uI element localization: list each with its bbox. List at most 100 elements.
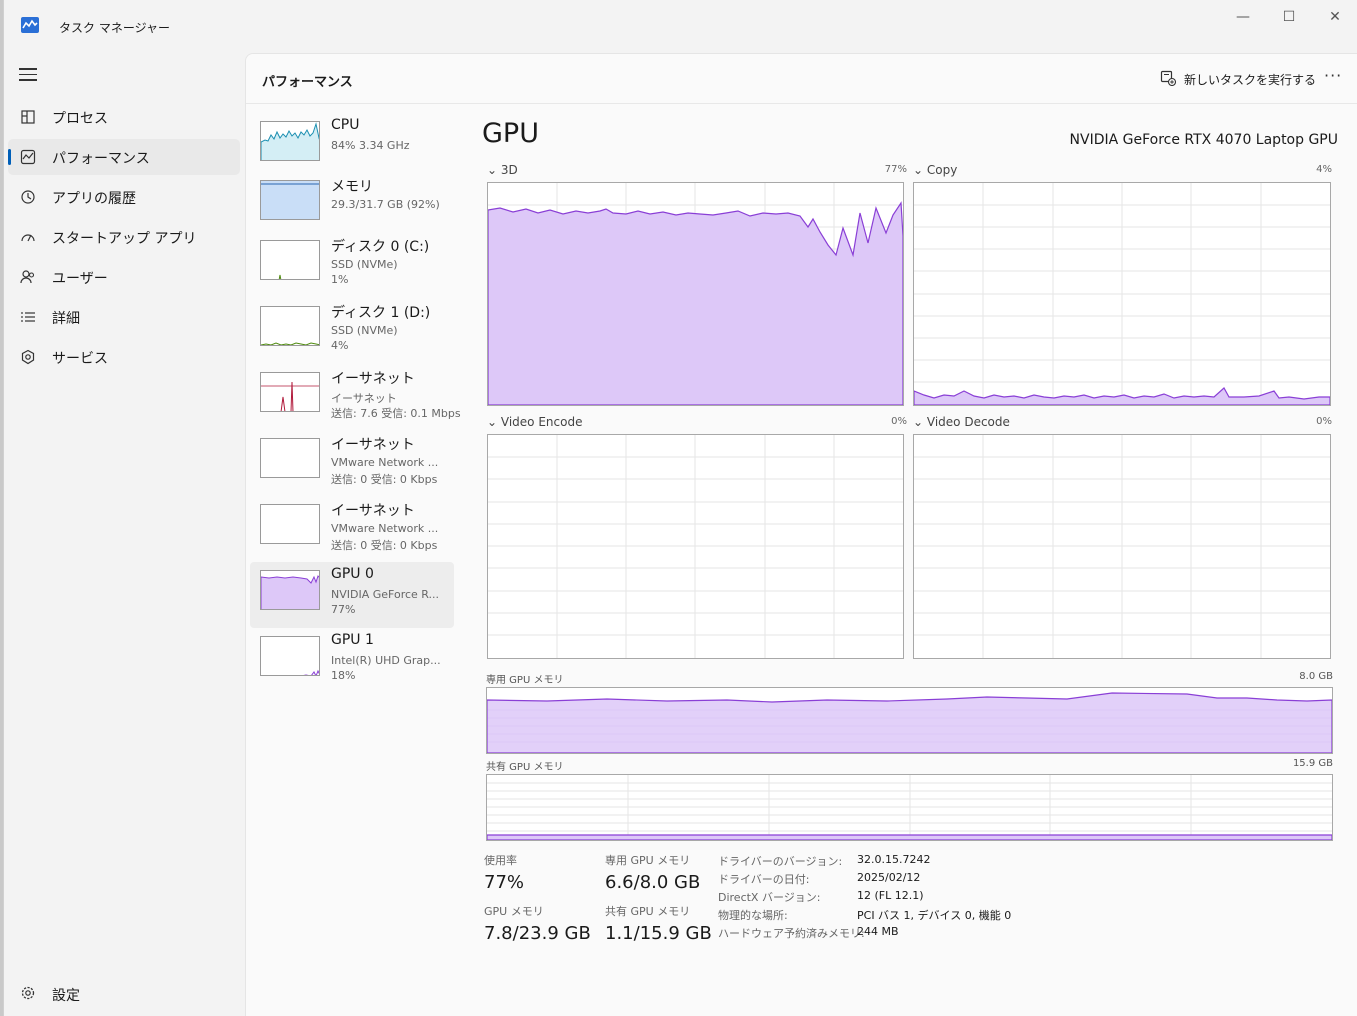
- sidebar-item-processes[interactable]: プロセス: [8, 99, 240, 135]
- sidebar: プロセス パフォーマンス アプリの履歴 スタートアップ アプリ ユーザー 詳細 …: [4, 52, 244, 1016]
- device-detail: 送信: 0 受信: 0 Kbps: [331, 473, 438, 486]
- page-title: パフォーマンス: [262, 75, 353, 90]
- task-manager-app-icon: [21, 17, 39, 33]
- engine-video-decode-percent: 0%: [1316, 416, 1332, 427]
- more-options-button[interactable]: ···: [1324, 66, 1342, 85]
- users-icon: [20, 270, 35, 284]
- sidebar-item-label: サービス: [52, 351, 108, 367]
- driver-version-value: 32.0.15.7242: [857, 853, 931, 866]
- device-item-ethernet-1[interactable]: イーサネット イーサネット 送信: 7.6 受信: 0.1 Mbps: [250, 364, 461, 430]
- device-detail: イーサネット: [331, 392, 397, 405]
- gpu-model-name: NVIDIA GeForce RTX 4070 Laptop GPU: [1069, 132, 1338, 148]
- engine-name: Copy: [926, 163, 958, 177]
- dedicated-memory-max: 8.0 GB: [1299, 671, 1333, 682]
- sidebar-item-label: パフォーマンス: [52, 151, 150, 167]
- device-detail: 1%: [331, 273, 349, 286]
- processes-icon: [21, 110, 35, 124]
- services-icon: [21, 349, 35, 365]
- sidebar-item-label: プロセス: [52, 111, 108, 127]
- engine-copy-label[interactable]: ⌄ Copy: [913, 163, 957, 177]
- disk-1-thumbnail-graph: [260, 306, 320, 346]
- device-detail: NVIDIA GeForce R...: [331, 588, 440, 601]
- performance-icon: [20, 149, 36, 165]
- device-name: CPU: [331, 117, 360, 133]
- engine-copy-graph: [913, 182, 1331, 406]
- engine-video-decode-graph: [913, 434, 1331, 659]
- device-detail: SSD (NVMe): [331, 258, 398, 271]
- device-item-gpu-1[interactable]: GPU 1 Intel(R) UHD Grap... 18%: [250, 628, 454, 694]
- sidebar-item-label: 詳細: [52, 311, 80, 327]
- driver-date-label: ドライバーの日付:: [718, 873, 810, 886]
- gpu-0-thumbnail-graph: [260, 570, 320, 610]
- close-button[interactable]: ✕: [1320, 8, 1350, 28]
- engine-name: 3D: [500, 163, 518, 177]
- directx-version-label: DirectX バージョン:: [718, 891, 821, 904]
- device-detail: SSD (NVMe): [331, 324, 398, 337]
- device-name: GPU 1: [331, 632, 374, 648]
- gpu-memory-label: GPU メモリ: [484, 905, 544, 918]
- ethernet-2-thumbnail-graph: [260, 438, 320, 478]
- device-item-cpu[interactable]: CPU 84% 3.34 GHz: [250, 113, 454, 179]
- directx-version-value: 12 (FL 12.1): [857, 889, 924, 902]
- main-content: パフォーマンス 新しいタスクを実行する ··· CPU 84% 3.34 GHz…: [245, 53, 1357, 1016]
- details-icon: [21, 312, 35, 322]
- shared-memory-stat-value: 1.1/15.9 GB: [605, 923, 712, 944]
- physical-location-value: PCI バス 1, デバイス 0, 機能 0: [857, 909, 1012, 922]
- device-detail: 77%: [331, 603, 356, 616]
- gpu-heading: GPU: [482, 118, 539, 149]
- device-detail: 18%: [331, 669, 356, 682]
- engine-video-encode-percent: 0%: [891, 416, 907, 427]
- minimize-button[interactable]: —: [1228, 8, 1258, 28]
- device-item-disk-0[interactable]: ディスク 0 (C:) SSD (NVMe) 1%: [250, 232, 454, 298]
- settings-label[interactable]: 設定: [52, 985, 80, 1005]
- sidebar-item-details[interactable]: 詳細: [8, 299, 240, 335]
- dedicated-memory-label: 専用 GPU メモリ: [486, 675, 564, 686]
- device-detail: VMware Network ...: [331, 522, 439, 535]
- engine-3d-label[interactable]: ⌄ 3D: [487, 163, 518, 177]
- device-item-ethernet-3[interactable]: イーサネット VMware Network ... 送信: 0 受信: 0 Kb…: [250, 496, 454, 562]
- window-title: タスク マネージャー: [59, 21, 170, 35]
- engine-3d-percent: 77%: [884, 164, 907, 175]
- main-header: パフォーマンス 新しいタスクを実行する ···: [246, 54, 1357, 104]
- shared-memory-stat-label: 共有 GPU メモリ: [605, 905, 691, 918]
- device-name: メモリ: [331, 179, 373, 195]
- engine-name: Video Encode: [500, 415, 583, 429]
- sidebar-item-users[interactable]: ユーザー: [8, 259, 240, 295]
- sidebar-item-label: ユーザー: [52, 271, 108, 287]
- device-detail: 84% 3.34 GHz: [331, 139, 410, 152]
- device-detail: 4%: [331, 339, 349, 352]
- device-item-disk-1[interactable]: ディスク 1 (D:) SSD (NVMe) 4%: [250, 298, 454, 364]
- device-detail: VMware Network ...: [331, 456, 439, 469]
- title-bar[interactable]: タスク マネージャー — ☐ ✕: [4, 0, 1357, 52]
- physical-location-label: 物理的な場所:: [718, 909, 788, 922]
- sidebar-item-performance[interactable]: パフォーマンス: [8, 139, 240, 175]
- sidebar-item-services[interactable]: サービス: [8, 339, 240, 375]
- sidebar-item-startup[interactable]: スタートアップ アプリ: [8, 219, 240, 255]
- maximize-button[interactable]: ☐: [1274, 8, 1304, 28]
- sidebar-item-label: アプリの履歴: [52, 191, 136, 207]
- engine-copy-percent: 4%: [1316, 164, 1332, 175]
- chevron-down-icon: ⌄: [913, 415, 924, 429]
- engine-name: Video Decode: [926, 415, 1010, 429]
- driver-version-label: ドライバーのバージョン:: [718, 855, 843, 868]
- driver-date-value: 2025/02/12: [857, 871, 921, 884]
- settings-gear-icon[interactable]: [20, 985, 36, 1001]
- dedicated-memory-stat-label: 専用 GPU メモリ: [605, 854, 691, 867]
- device-item-memory[interactable]: メモリ 29.3/31.7 GB (92%): [250, 172, 454, 238]
- device-item-gpu-0[interactable]: GPU 0 NVIDIA GeForce R... 77%: [250, 562, 454, 628]
- engine-video-decode-label[interactable]: ⌄ Video Decode: [913, 415, 1010, 429]
- sidebar-item-app-history[interactable]: アプリの履歴: [8, 179, 240, 215]
- shared-memory-label: 共有 GPU メモリ: [486, 762, 564, 773]
- hamburger-menu-icon[interactable]: [19, 68, 37, 82]
- device-detail: 29.3/31.7 GB (92%): [331, 198, 440, 211]
- dedicated-memory-stat-value: 6.6/8.0 GB: [605, 872, 701, 893]
- chevron-down-icon: ⌄: [487, 415, 498, 429]
- task-manager-window: タスク マネージャー — ☐ ✕ プロセス パフォーマンス アプリの履歴 スター…: [3, 0, 1357, 1016]
- engine-video-encode-label[interactable]: ⌄ Video Encode: [487, 415, 582, 429]
- device-detail: Intel(R) UHD Grap...: [331, 654, 441, 667]
- gpu-1-thumbnail-graph: [260, 636, 320, 676]
- device-name: イーサネット: [331, 503, 415, 519]
- device-item-ethernet-2[interactable]: イーサネット VMware Network ... 送信: 0 受信: 0 Kb…: [250, 430, 454, 496]
- shared-memory-max: 15.9 GB: [1292, 758, 1333, 769]
- device-name: ディスク 0 (C:): [331, 239, 430, 255]
